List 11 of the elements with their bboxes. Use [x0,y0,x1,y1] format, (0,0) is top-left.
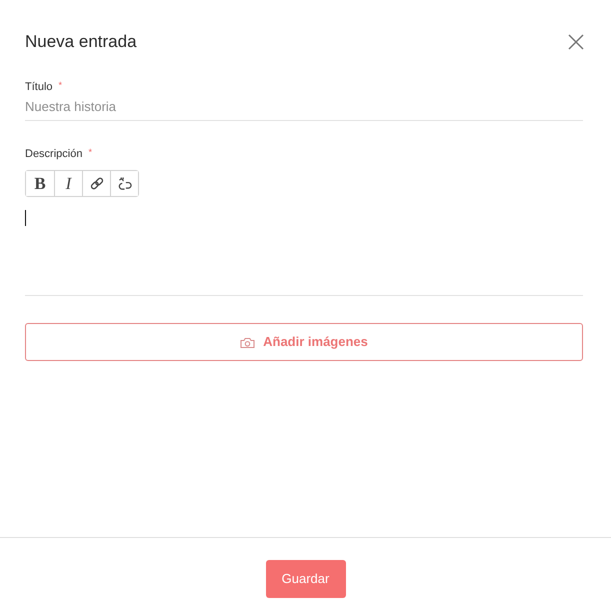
required-marker: * [88,147,92,157]
required-marker: * [58,80,62,90]
close-button[interactable] [568,34,584,50]
link-icon [90,177,104,190]
camera-icon [240,336,256,348]
field-label: Descripción [25,147,82,161]
unlink-icon [118,177,132,190]
field-label: Título [25,80,53,94]
close-icon [568,34,584,50]
dialog-title: Nueva entrada [25,31,137,53]
unlink-button[interactable] [110,171,138,196]
